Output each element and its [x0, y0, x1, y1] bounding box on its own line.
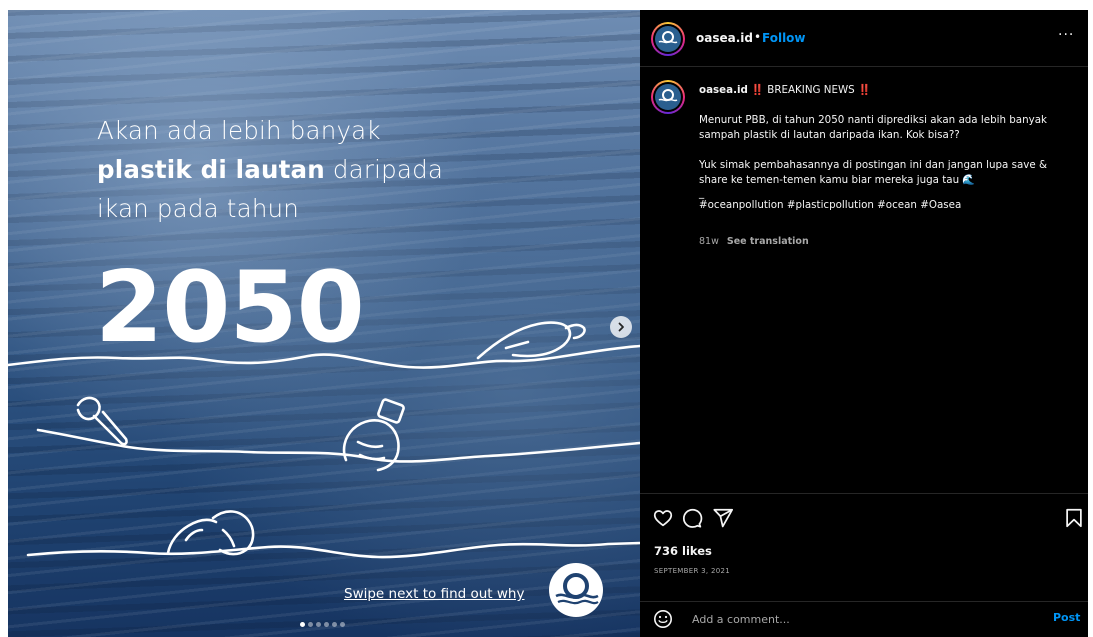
oasea-logo-icon [549, 563, 603, 617]
header-separator: • [754, 30, 762, 44]
carousel-dot[interactable] [308, 622, 313, 627]
caption-avatar[interactable] [651, 80, 685, 114]
share-icon [713, 508, 734, 528]
caption-gap [699, 98, 1074, 113]
post-date: SEPTEMBER 3, 2021 [654, 567, 730, 575]
chevron-right-icon [618, 322, 624, 332]
instagram-post-modal: Akan ada lebih banyak plastik di lautan … [8, 10, 1088, 637]
avatar-inner [653, 82, 683, 112]
caption-dash: _ [699, 187, 705, 199]
carousel-dot[interactable] [316, 622, 321, 627]
caption-paragraph-1: Menurut PBB, di tahun 2050 nanti dipredi… [699, 114, 1047, 141]
oasea-avatar-icon [655, 26, 681, 52]
like-button[interactable] [652, 507, 674, 529]
carousel-dot[interactable] [300, 622, 305, 627]
caption-title-line: oasea.id ‼️ BREAKING NEWS ‼️ [699, 83, 1074, 98]
avatar[interactable] [651, 22, 685, 56]
post-details-panel: oasea.id • Follow ··· oasea.id ‼️ BREAKI… [640, 10, 1088, 637]
comment-icon [682, 508, 703, 528]
save-button[interactable] [1063, 507, 1085, 529]
emoji-button[interactable] [653, 609, 673, 629]
comment-button[interactable] [682, 507, 704, 529]
post-age: 81w [699, 236, 719, 247]
comment-bar: Post [640, 601, 1088, 637]
more-options-button[interactable]: ··· [1058, 27, 1074, 43]
caption-title: ‼️ BREAKING NEWS ‼️ [751, 84, 871, 96]
bookmark-icon [1066, 508, 1082, 528]
carousel-dot[interactable] [332, 622, 337, 627]
follow-button[interactable]: Follow [762, 31, 806, 45]
heart-icon [653, 510, 673, 527]
caption-meta: 81w See translation [699, 236, 809, 247]
likes-count[interactable]: 736 likes [654, 544, 712, 558]
share-button[interactable] [712, 507, 734, 529]
avatar-inner [653, 24, 683, 54]
oasea-avatar-icon [655, 84, 681, 110]
see-translation-link[interactable]: See translation [727, 236, 809, 247]
carousel-dot[interactable] [324, 622, 329, 627]
caption-username[interactable]: oasea.id [699, 84, 748, 96]
caption-paragraph-2: Yuk simak pembahasannya di postingan ini… [699, 159, 1048, 186]
post-media[interactable]: Akan ada lebih banyak plastik di lautan … [8, 10, 640, 637]
post-caption: oasea.id ‼️ BREAKING NEWS ‼️ Menurut PBB… [699, 83, 1074, 213]
swipe-hint-text: Swipe next to find out why [344, 586, 525, 602]
comment-input[interactable] [692, 610, 1022, 628]
post-comment-button[interactable]: Post [1053, 611, 1080, 624]
carousel-next-button[interactable] [610, 316, 632, 338]
carousel-dot[interactable] [340, 622, 345, 627]
wave-doodles-illustration [8, 321, 640, 559]
caption-gap [699, 143, 1074, 158]
actions-divider [640, 493, 1088, 494]
carousel-dots [300, 622, 345, 627]
caption-hashtags[interactable]: #oceanpollution #plasticpollution #ocean… [699, 198, 1074, 213]
post-header: oasea.id • Follow ··· [640, 10, 1088, 67]
emoji-icon [654, 610, 672, 628]
header-username[interactable]: oasea.id [696, 31, 753, 45]
